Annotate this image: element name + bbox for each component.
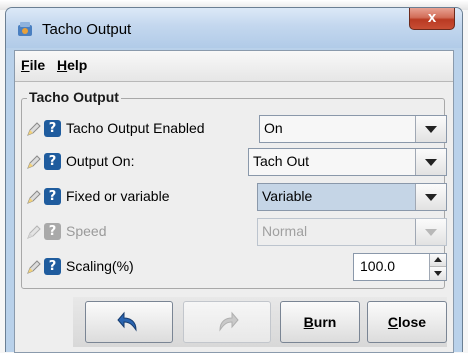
output-on-label: Output On:	[66, 153, 135, 169]
window-title: Tacho Output	[42, 21, 132, 38]
redo-arrow-icon	[219, 311, 239, 332]
redo-button	[183, 301, 271, 343]
row-tacho-output-enabled: ? Tacho Output Enabled On	[15, 115, 455, 143]
group-title: Tacho Output	[27, 89, 121, 105]
close-icon: x	[427, 9, 437, 26]
app-icon	[18, 22, 32, 36]
menu-file-label: ile	[29, 57, 46, 73]
tacho-output-window: Tacho Output x File Help Tacho Output ? …	[5, 7, 463, 353]
menu-bar: File Help	[15, 51, 453, 82]
scaling-label: Scaling(%)	[66, 258, 134, 274]
close-button[interactable]: Close	[367, 301, 447, 343]
menu-file[interactable]: File	[21, 57, 45, 73]
button-bar: Burn Close	[73, 297, 447, 347]
chevron-down-icon[interactable]	[415, 116, 446, 142]
scaling-spinner[interactable]: 100.0	[353, 253, 447, 281]
combo-value: Tach Out	[253, 153, 310, 169]
row-speed: ? Speed Normal	[15, 218, 455, 246]
combo-value: Variable	[262, 188, 313, 204]
pencil-icon	[27, 225, 41, 239]
dialog-content: File Help Tacho Output ? Tacho Output En…	[14, 50, 454, 353]
close-mnemonic: C	[387, 314, 399, 330]
title-bar[interactable]: Tacho Output x	[6, 8, 462, 48]
window-close-button[interactable]: x	[409, 8, 455, 30]
menu-help[interactable]: Help	[57, 57, 87, 73]
speed-combo: Normal	[257, 218, 447, 246]
undo-button[interactable]	[85, 301, 173, 343]
chevron-down-icon[interactable]	[415, 184, 446, 210]
chevron-down-icon[interactable]	[430, 267, 446, 280]
pencil-icon[interactable]	[26, 121, 42, 137]
pencil-icon[interactable]	[26, 259, 42, 275]
tacho-output-enabled-combo[interactable]: On	[259, 115, 447, 143]
burn-mnemonic: B	[303, 314, 314, 330]
help-icon[interactable]: ?	[44, 120, 61, 137]
menu-help-mnemonic: H	[57, 57, 68, 73]
fixed-or-variable-label: Fixed or variable	[66, 188, 170, 204]
fixed-or-variable-combo[interactable]: Variable	[257, 183, 447, 211]
row-scaling: ? Scaling(%) 100.0	[15, 253, 455, 281]
pencil-icon[interactable]	[26, 154, 42, 170]
help-icon[interactable]: ?	[44, 153, 61, 170]
help-icon[interactable]: ?	[44, 258, 61, 275]
help-icon[interactable]: ?	[44, 188, 61, 205]
menu-file-mnemonic: F	[21, 57, 30, 73]
pencil-icon[interactable]	[26, 189, 42, 205]
tacho-output-enabled-label: Tacho Output Enabled	[66, 120, 205, 136]
combo-value: On	[264, 120, 283, 136]
combo-value: Normal	[262, 223, 308, 239]
spinner-buttons	[429, 254, 446, 280]
close-label: lose	[398, 314, 427, 330]
output-on-combo[interactable]: Tach Out	[248, 148, 447, 176]
row-fixed-or-variable: ? Fixed or variable Variable	[15, 183, 455, 211]
menu-help-label: elp	[67, 57, 88, 73]
spinner-value: 100.0	[360, 258, 396, 274]
burn-label: urn	[313, 314, 337, 330]
speed-label: Speed	[66, 223, 107, 239]
row-output-on: ? Output On: Tach Out	[15, 148, 455, 176]
chevron-down-icon	[415, 219, 446, 245]
chevron-down-icon[interactable]	[415, 149, 446, 175]
burn-button[interactable]: Burn	[280, 301, 360, 343]
chevron-up-icon[interactable]	[430, 254, 446, 267]
undo-arrow-icon	[117, 311, 137, 332]
help-icon: ?	[44, 223, 61, 240]
